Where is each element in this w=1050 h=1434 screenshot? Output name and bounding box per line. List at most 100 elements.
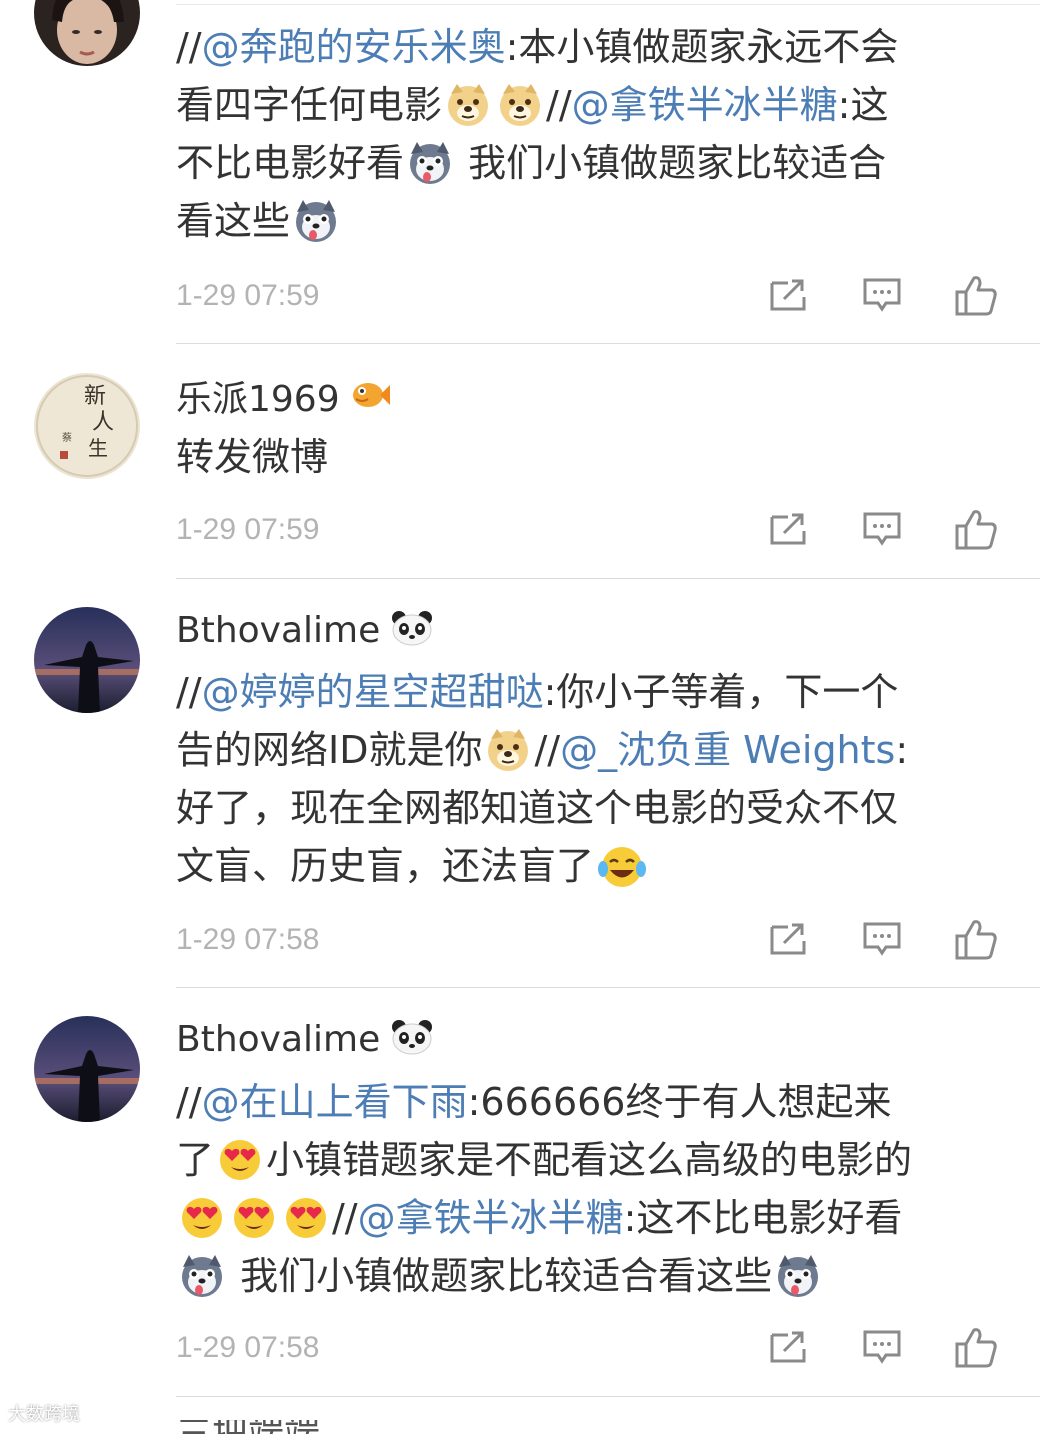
content-line: //@拿铁半冰半糖:这不比电影好看	[176, 1189, 1006, 1247]
comment-0-footer: 1-29 07:59	[176, 273, 1006, 323]
username[interactable]: Bthovalime	[176, 1019, 380, 1060]
mention-link[interactable]: @_沈负重 Weights	[560, 728, 895, 772]
mention-link[interactable]: @在山上看下雨	[202, 1080, 468, 1124]
content-line: //@奔跑的安乐米奥:本小镇做题家永远不会	[176, 18, 1006, 76]
mention-link[interactable]: @拿铁半冰半糖	[572, 83, 838, 127]
username-row: 乐派1969	[176, 371, 390, 421]
content-line: 看四字任何电影 //@拿铁半冰半糖:这	[176, 76, 1006, 134]
text-segment: :这不比电影好看	[623, 1196, 903, 1240]
like-icon	[954, 508, 998, 554]
husky-emoji-icon	[179, 1253, 225, 1315]
avatar[interactable]	[34, 0, 140, 66]
username-row: Bthovalime	[176, 605, 434, 655]
mention-link[interactable]: @婷婷的星空超甜哒	[202, 670, 544, 714]
share-icon	[768, 511, 808, 551]
mention-link[interactable]: @奔跑的安乐米奥	[202, 25, 506, 69]
text-segment: 看这些	[176, 199, 291, 243]
top-divider	[176, 4, 1040, 5]
text-segment: //	[534, 728, 561, 772]
panda-badge-icon	[390, 610, 434, 650]
content-line: 不比电影好看 我们小镇做题家比较适合	[176, 134, 1006, 192]
text-segment: 我们小镇做题家比较适合看这些	[228, 1254, 773, 1298]
content-line: 好了，现在全网都知道这个电影的受众不仅	[176, 779, 1006, 837]
like-icon	[954, 1326, 998, 1372]
text-segment: 看四字任何电影	[176, 83, 443, 127]
svg-text:蔡: 蔡	[62, 431, 72, 444]
content-line: 了 小镇错题家是不配看这么高级的电影的	[176, 1131, 1006, 1189]
next-comment-preview: 三把端端	[176, 1420, 356, 1434]
content-line: 文盲、历史盲，还法盲了	[176, 837, 1006, 895]
text-segment: :	[895, 728, 909, 772]
text-segment: 文盲、历史盲，还法盲了	[176, 844, 595, 888]
text-segment: 好了，现在全网都知道这个电影的受众不仅	[176, 786, 899, 830]
like-button[interactable]	[952, 1325, 1000, 1373]
divider	[176, 987, 1040, 988]
text-segment: 告的网络ID就是你	[176, 728, 483, 772]
like-button[interactable]	[952, 273, 1000, 321]
text-segment: //	[546, 83, 572, 127]
comment-0-content: //@奔跑的安乐米奥:本小镇做题家永远不会 看四字任何电影//@拿铁半冰半糖:这不…	[176, 18, 1006, 250]
like-icon	[954, 274, 998, 320]
mention-link[interactable]: @拿铁半冰半糖	[358, 1196, 624, 1240]
text-segment: 我们小镇做题家比较适合	[456, 141, 887, 185]
comment-button[interactable]	[858, 1325, 906, 1373]
share-button[interactable]	[764, 917, 812, 965]
timestamp: 1-29 07:58	[176, 923, 320, 956]
comment-1-footer: 1-29 07:59	[176, 507, 1006, 557]
timestamp: 1-29 07:59	[176, 513, 320, 546]
text-segment: :你小子等着，下一个	[543, 670, 899, 714]
divider	[176, 1396, 1040, 1397]
text-segment: //	[176, 1080, 202, 1124]
svg-text:生: 生	[88, 436, 108, 460]
content-line: 我们小镇做题家比较适合看这些	[176, 1247, 1006, 1305]
husky-emoji-icon	[293, 198, 339, 260]
content-line: 看这些	[176, 192, 1006, 250]
text-segment: //	[332, 1196, 358, 1240]
comment-3-content: //@在山上看下雨:666666终于有人想起来了小镇错题家是不配看这么高级的电影…	[176, 1073, 1006, 1305]
username-row: Bthovalime	[176, 1014, 434, 1064]
comment-icon	[862, 921, 902, 961]
text-segment: //	[176, 25, 202, 69]
content-line: 告的网络ID就是你 //@_沈负重 Weights:	[176, 721, 1006, 779]
content-line: //@在山上看下雨:666666终于有人想起来	[176, 1073, 1006, 1131]
comment-1-content: 转发微博	[176, 428, 1006, 486]
avatar[interactable]	[34, 607, 140, 713]
timestamp: 1-29 07:58	[176, 1331, 320, 1364]
comment-2-footer: 1-29 07:58	[176, 917, 1006, 967]
text-segment: 不比电影好看	[176, 141, 405, 185]
share-button[interactable]	[764, 1325, 812, 1373]
content-line: 转发微博	[176, 428, 1006, 486]
laugh-cry-emoji-icon	[597, 843, 647, 905]
share-icon	[768, 1329, 808, 1369]
comment-2-content: //@婷婷的星空超甜哒:你小子等着，下一个 告的网络ID就是你//@_沈负重 We…	[176, 663, 1006, 895]
share-button[interactable]	[764, 507, 812, 555]
timestamp: 1-29 07:59	[176, 279, 320, 312]
text-segment: :666666终于有人想起来	[467, 1080, 892, 1124]
username[interactable]: Bthovalime	[176, 610, 380, 651]
text-segment: 小镇错题家是不配看这么高级的电影的	[266, 1138, 913, 1182]
svg-text:新: 新	[84, 384, 106, 409]
share-icon	[768, 277, 808, 317]
comment-icon	[862, 1329, 902, 1369]
avatar[interactable]: 新 人 生 蔡	[34, 373, 140, 479]
husky-emoji-icon	[775, 1253, 821, 1315]
text-segment: :这	[837, 83, 889, 127]
watermark: 大数跨境	[8, 1404, 80, 1425]
text-segment: //	[176, 670, 202, 714]
content-line: //@婷婷的星空超甜哒:你小子等着，下一个	[176, 663, 1006, 721]
divider	[176, 578, 1040, 579]
divider	[176, 343, 1040, 344]
comment-3-footer: 1-29 07:58	[176, 1325, 1006, 1375]
share-button[interactable]	[764, 273, 812, 321]
like-button[interactable]	[952, 917, 1000, 965]
comment-button[interactable]	[858, 507, 906, 555]
avatar[interactable]	[34, 1016, 140, 1122]
svg-text:人: 人	[92, 410, 114, 435]
username[interactable]: 乐派1969	[176, 370, 340, 422]
like-button[interactable]	[952, 507, 1000, 555]
text-segment: :本小镇做题家永远不会	[505, 25, 899, 69]
comment-icon	[862, 511, 902, 551]
comment-button[interactable]	[858, 917, 906, 965]
share-icon	[768, 921, 808, 961]
comment-button[interactable]	[858, 273, 906, 321]
